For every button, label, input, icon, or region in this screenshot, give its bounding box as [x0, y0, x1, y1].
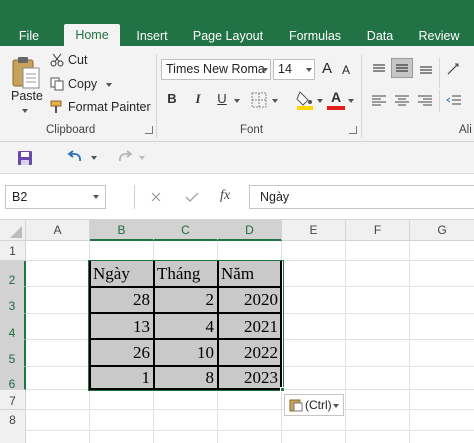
paste-options-button[interactable]: (Ctrl) — [284, 394, 344, 416]
quick-access-toolbar — [0, 142, 474, 174]
save-icon[interactable] — [17, 150, 33, 166]
worksheet-grid: A B C D E F G 1 2 3 4 5 6 7 8 Ngày Tháng… — [0, 220, 474, 443]
format-painter-button[interactable]: Format Painter — [68, 100, 151, 114]
name-box[interactable]: B2 — [5, 185, 106, 209]
decrease-indent-icon[interactable] — [446, 94, 462, 108]
cut-button[interactable]: Cut — [68, 53, 87, 67]
formula-bar: B2 fx Ngày — [0, 174, 474, 220]
align-right-icon[interactable] — [417, 94, 433, 108]
copy-button[interactable]: Copy — [68, 77, 97, 91]
paste-options-dropdown-icon — [333, 404, 339, 408]
borders-icon[interactable] — [251, 92, 267, 108]
font-color-icon[interactable]: A — [327, 90, 345, 110]
clipboard-launcher-icon[interactable] — [145, 126, 153, 134]
row-header[interactable]: 5 — [0, 340, 26, 367]
format-painter-icon[interactable] — [50, 100, 64, 114]
align-bottom-icon[interactable] — [418, 62, 434, 76]
redo-dropdown-icon[interactable] — [139, 156, 145, 160]
bold-button[interactable]: B — [164, 91, 180, 109]
align-top-icon[interactable] — [371, 62, 387, 76]
paste-options-label: (Ctrl) — [305, 398, 332, 412]
paste-options-icon — [289, 399, 303, 412]
row-header[interactable]: 7 — [0, 390, 26, 410]
group-divider — [439, 90, 440, 112]
tab-data[interactable]: Data — [362, 27, 398, 46]
group-divider — [361, 54, 362, 138]
tab-page-layout[interactable]: Page Layout — [190, 27, 266, 46]
copy-icon[interactable] — [50, 77, 64, 91]
ribbon-tab-bar: File Home Insert Page Layout Formulas Da… — [0, 0, 474, 46]
row-header[interactable]: 4 — [0, 314, 26, 340]
font-name-dropdown-icon[interactable] — [262, 68, 268, 72]
ribbon-home: Paste Cut Copy Format Painter Clipboard … — [0, 46, 474, 142]
increase-font-size-button[interactable]: A — [322, 60, 332, 77]
underline-button[interactable]: U — [214, 91, 230, 109]
row-header[interactable]: 2 — [0, 261, 26, 287]
redo-icon[interactable] — [116, 150, 134, 166]
select-all-corner[interactable] — [0, 220, 26, 241]
fill-handle[interactable] — [280, 387, 285, 392]
clipboard-group-label: Clipboard — [46, 124, 96, 136]
undo-icon[interactable] — [66, 150, 84, 166]
fill-color-icon[interactable] — [296, 90, 314, 110]
alignment-group-label: Ali — [459, 124, 472, 136]
column-header[interactable]: F — [346, 220, 410, 241]
underline-dropdown-icon[interactable] — [234, 99, 240, 103]
name-box-dropdown-icon[interactable] — [93, 195, 99, 199]
insert-function-button[interactable]: fx — [220, 188, 230, 204]
cancel-icon[interactable] — [150, 191, 162, 203]
orientation-icon[interactable] — [446, 62, 462, 76]
font-launcher-icon[interactable] — [349, 126, 357, 134]
borders-dropdown-icon[interactable] — [272, 99, 278, 103]
column-header[interactable]: C — [154, 220, 218, 241]
cut-icon[interactable] — [50, 53, 64, 67]
paste-icon[interactable] — [11, 56, 41, 90]
font-color-dropdown-icon[interactable] — [348, 99, 354, 103]
decrease-font-size-button[interactable]: A — [342, 63, 350, 77]
column-header[interactable]: A — [26, 220, 90, 241]
tab-insert[interactable]: Insert — [132, 27, 172, 46]
column-header[interactable]: D — [218, 220, 282, 241]
tab-file[interactable]: File — [14, 27, 44, 46]
paste-dropdown-icon[interactable] — [22, 109, 28, 113]
formula-bar-divider — [134, 185, 135, 209]
fill-color-dropdown-icon[interactable] — [317, 99, 323, 103]
selection-outline — [88, 260, 284, 391]
row-header[interactable]: 8 — [0, 410, 26, 443]
column-header[interactable]: E — [282, 220, 346, 241]
align-left-icon[interactable] — [371, 94, 387, 108]
tab-home[interactable]: Home — [64, 24, 120, 46]
column-header[interactable]: G — [410, 220, 474, 241]
font-name-combo[interactable]: Times New Roma — [161, 59, 271, 80]
copy-dropdown-icon[interactable] — [106, 83, 112, 87]
group-divider — [156, 54, 157, 138]
paste-button-label[interactable]: Paste — [11, 89, 43, 103]
italic-button[interactable]: I — [190, 91, 206, 109]
row-header[interactable]: 6 — [0, 367, 26, 391]
tab-review[interactable]: Review — [414, 27, 464, 46]
enter-icon[interactable] — [185, 191, 199, 203]
font-group-label: Font — [240, 124, 264, 136]
formula-input[interactable]: Ngày — [249, 185, 474, 209]
row-header[interactable]: 3 — [0, 287, 26, 314]
undo-dropdown-icon[interactable] — [91, 156, 97, 160]
column-header[interactable]: B — [90, 220, 154, 241]
tab-formulas[interactable]: Formulas — [284, 27, 346, 46]
group-divider — [439, 58, 440, 88]
font-size-dropdown-icon[interactable] — [306, 68, 312, 72]
row-header[interactable]: 1 — [0, 241, 26, 261]
align-center-icon[interactable] — [394, 94, 410, 108]
align-middle-icon[interactable] — [391, 58, 413, 78]
